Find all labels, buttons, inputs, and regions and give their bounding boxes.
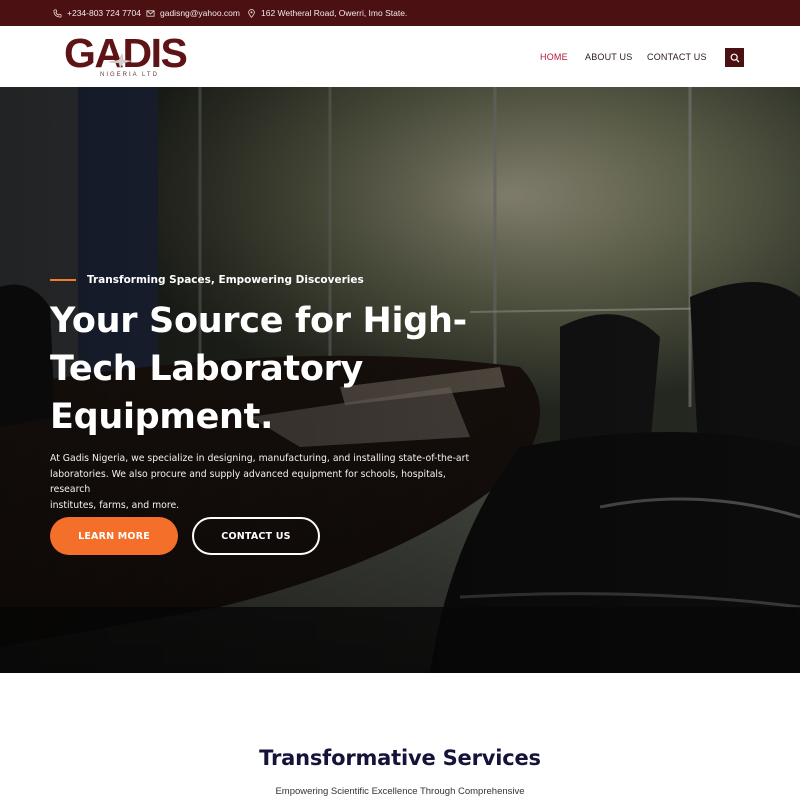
services-subheading: Empowering Scientific Excellence Through… xyxy=(275,786,525,797)
search-icon xyxy=(730,53,739,62)
phone-icon xyxy=(53,8,62,18)
learn-more-button[interactable]: LEARN MORE xyxy=(50,517,178,555)
description-line-3: institutes, farms, and more. xyxy=(50,499,180,511)
site-header: GADIS NIGERIA LTD HOME ABOUT US CONTACT … xyxy=(0,26,800,87)
description-line-1: At Gadis Nigeria, we specialize in desig… xyxy=(50,453,470,464)
site-logo[interactable]: GADIS NIGERIA LTD xyxy=(64,33,188,83)
hero-headline: Your Source for High- Tech Laboratory Eq… xyxy=(50,297,470,441)
contact-email[interactable]: gadisng@yahoo.com xyxy=(146,0,240,26)
headline-line-1: Your Source for High- xyxy=(50,301,467,341)
services-heading: Transformative Services xyxy=(259,746,541,770)
logo-subtitle: NIGERIA LTD xyxy=(100,72,159,78)
logo-star-icon xyxy=(108,53,133,69)
hero-description: At Gadis Nigeria, we specialize in desig… xyxy=(50,451,470,513)
description-line-2: laboratories. We also procure and supply… xyxy=(50,468,446,496)
address-text: 162 Wetheral Road, Owerri, Imo State. xyxy=(261,8,408,18)
tagline-accent-line xyxy=(50,279,76,281)
map-pin-icon xyxy=(248,8,255,18)
nav-about-us[interactable]: ABOUT US xyxy=(585,26,632,87)
envelope-icon xyxy=(146,9,155,17)
nav-contact-us[interactable]: CONTACT US xyxy=(647,26,707,87)
headline-line-3: Equipment. xyxy=(50,397,274,437)
phone-text: +234-803 724 7704 xyxy=(67,8,141,18)
hero-tagline: Transforming Spaces, Empowering Discover… xyxy=(50,274,364,286)
contact-us-button[interactable]: CONTACT US xyxy=(192,517,320,555)
nav-home[interactable]: HOME xyxy=(540,26,568,87)
tagline-text: Transforming Spaces, Empowering Discover… xyxy=(87,274,364,286)
hero-section: Transforming Spaces, Empowering Discover… xyxy=(0,87,800,673)
top-info-bar: +234-803 724 7704 gadisng@yahoo.com 162 … xyxy=(0,0,800,26)
headline-line-2: Tech Laboratory xyxy=(50,349,364,389)
contact-phone[interactable]: +234-803 724 7704 xyxy=(53,0,141,26)
search-button[interactable] xyxy=(725,48,744,67)
email-text: gadisng@yahoo.com xyxy=(160,8,240,18)
contact-address: 162 Wetheral Road, Owerri, Imo State. xyxy=(247,0,407,26)
